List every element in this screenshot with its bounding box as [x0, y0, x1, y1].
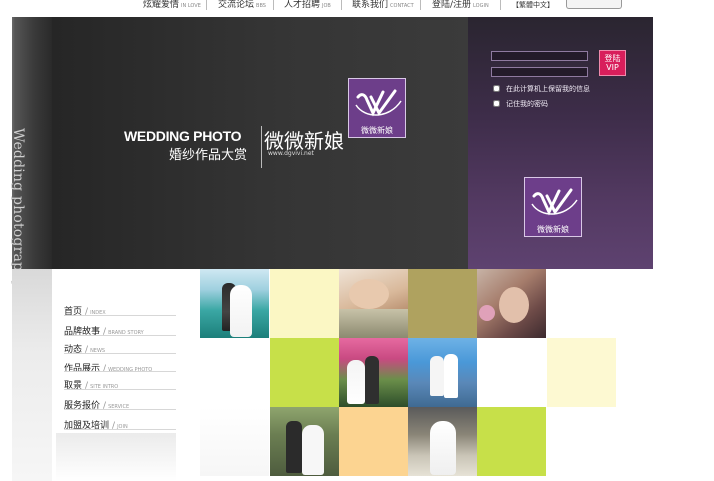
color-tile: [339, 407, 408, 476]
photo-tile-seaside-couple[interactable]: [200, 269, 269, 338]
color-tile: [270, 338, 339, 407]
photo-tile-park-couple[interactable]: [270, 407, 339, 476]
panel-logo-mark-icon: [531, 188, 578, 216]
banner-title-cn: 婚纱作品大赏: [169, 148, 248, 163]
nav-item-bbs[interactable]: 交流论坛 BBS: [218, 0, 266, 12]
panel-logo-caption: 微微新娘: [537, 225, 569, 234]
password-input[interactable]: [491, 67, 588, 77]
menu-divider: [64, 389, 176, 390]
bottom-side-strip: [12, 269, 52, 481]
nav-separator: [341, 0, 342, 10]
remember-computer-label: 在此计算机上保留我的信息: [506, 85, 590, 93]
brand-logo-mark-icon: [355, 89, 402, 117]
banner-divider: [261, 126, 262, 168]
side-vertical-text: Wedding photography: [10, 128, 26, 289]
brand-logo[interactable]: 微微新娘: [348, 78, 406, 138]
menu-fade: [56, 433, 176, 481]
remember-password-checkbox[interactable]: [493, 100, 500, 107]
nav-separator: [273, 0, 274, 10]
color-tile: [408, 269, 477, 338]
nav-item-job[interactable]: 人才招聘 JOB: [284, 0, 331, 12]
nav-item-contact[interactable]: 联系我们 CONTACT: [352, 0, 414, 12]
top-navigation: 炫耀爱情 IN LOVE 交流论坛 BBS 人才招聘 JOB 联系我们 CONTACT …: [0, 0, 714, 16]
color-tile: [547, 338, 616, 407]
menu-divider: [64, 371, 176, 372]
menu-divider: [64, 353, 176, 354]
photo-tile-bride-portrait[interactable]: [339, 269, 408, 338]
nav-item-login[interactable]: 登陆/注册 LOGIN: [432, 0, 489, 12]
menu-divider: [64, 429, 176, 430]
photo-tile-bride-closeup[interactable]: [477, 269, 546, 338]
nav-separator: [206, 0, 207, 10]
logo-caption: 微微新娘: [361, 126, 393, 135]
color-tile: [200, 407, 269, 476]
username-input[interactable]: [491, 51, 588, 61]
brand-url: www.dgvivi.net: [268, 150, 314, 157]
menu-divider: [64, 335, 176, 336]
photo-tile-flower-garden[interactable]: [339, 338, 408, 407]
photo-tile-church-bride[interactable]: [408, 407, 477, 476]
nav-item-in-love[interactable]: 炫耀爱情 IN LOVE: [143, 0, 201, 12]
menu-divider: [64, 409, 176, 410]
photo-tile-lake-couple[interactable]: [408, 338, 477, 407]
color-tile: [270, 269, 339, 338]
color-tile: [477, 407, 546, 476]
nav-separator: [420, 0, 421, 10]
vip-login-button[interactable]: 登陆 VIP: [599, 50, 626, 76]
remember-computer-checkbox[interactable]: [493, 85, 500, 92]
login-panel: 登陆 VIP 在此计算机上保留我的信息 记住我的密码 微微新娘: [468, 17, 653, 269]
banner-title-en: WEDDING PHOTO: [124, 128, 242, 144]
language-switch-link[interactable]: 【繁體中文】: [512, 0, 554, 10]
remember-password-label: 记住我的密码: [506, 100, 548, 108]
nav-separator: [500, 0, 501, 10]
language-toggle-button[interactable]: [566, 0, 622, 9]
menu-divider: [64, 315, 176, 316]
panel-logo: 微微新娘: [524, 177, 582, 237]
hero-banner: WEDDING PHOTO 婚纱作品大赏 微微新娘 www.dgvivi.net…: [52, 17, 468, 269]
